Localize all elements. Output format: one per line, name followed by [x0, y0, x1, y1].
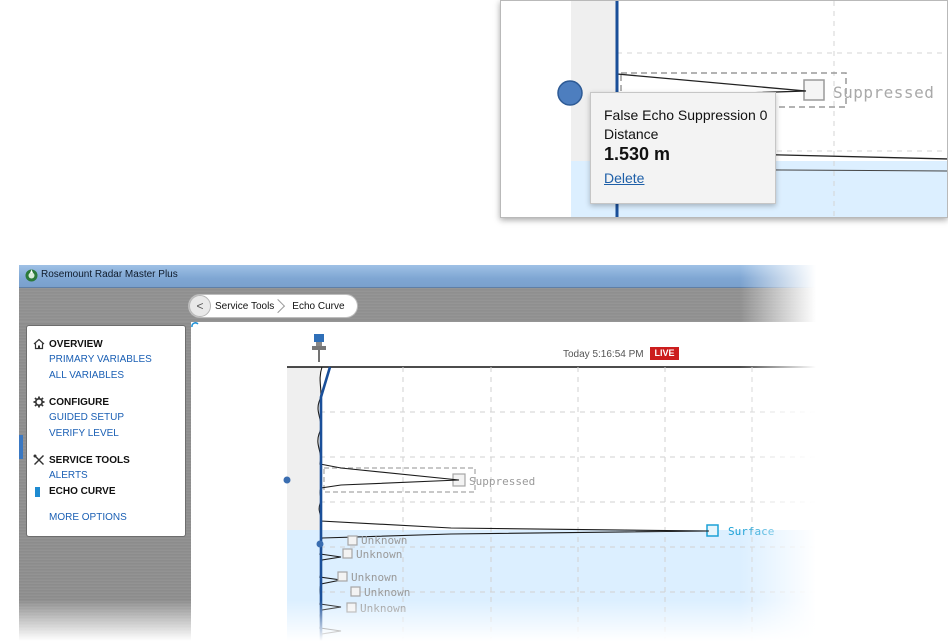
echo-tooltip: False Echo Suppression 0 Distance 1.530 … [590, 92, 776, 204]
level-handle[interactable] [316, 540, 324, 548]
distance-handle[interactable] [283, 476, 291, 484]
breadcrumb-separator-icon [278, 295, 288, 317]
breadcrumb: < Service Tools Echo Curve [189, 295, 357, 317]
distance-handle[interactable] [557, 80, 583, 106]
gear-icon [33, 396, 45, 408]
title-bar: Rosemount Radar Master Plus [19, 265, 819, 288]
app-logo-icon [25, 269, 38, 282]
sidebar-heading-configure[interactable]: CONFIGURE [27, 394, 185, 410]
sidebar-item-guided-setup[interactable]: GUIDED SETUP [27, 410, 185, 426]
toolbar-band [19, 288, 819, 322]
sidebar-section-overview: OVERVIEW PRIMARY VARIABLES ALL VARIABLES [27, 336, 185, 384]
suppressed-label: Suppressed [833, 83, 935, 102]
unknown-label: Unknown [364, 586, 411, 599]
sidebar-section-configure: CONFIGURE GUIDED SETUP VERIFY LEVEL [27, 394, 185, 442]
left-edge-accent [19, 435, 23, 459]
unknown-label: Unknown [356, 548, 403, 561]
tooltip-label: Distance [604, 126, 659, 142]
refresh-icon[interactable] [191, 322, 200, 331]
suppressed-label: Suppressed [469, 475, 536, 488]
sidebar: OVERVIEW PRIMARY VARIABLES ALL VARIABLES… [26, 325, 186, 537]
tooltip-title: False Echo Suppression 0 [604, 107, 768, 123]
timestamp: Today 5:16:54 PM [563, 349, 644, 360]
breadcrumb-echo-curve[interactable]: Echo Curve [288, 301, 348, 312]
sidebar-heading-overview[interactable]: OVERVIEW [27, 336, 185, 352]
delete-link[interactable]: Delete [604, 167, 644, 189]
unknown-label: Unknown [361, 534, 408, 547]
suppression-marker[interactable] [803, 79, 825, 101]
sidebar-item-primary-variables[interactable]: PRIMARY VARIABLES [27, 352, 185, 368]
sidebar-item-alerts[interactable]: ALERTS [27, 468, 185, 484]
sidebar-heading-label: OVERVIEW [49, 338, 103, 350]
tooltip-value: 1.530 m [604, 144, 671, 164]
transmitter-icon [312, 334, 326, 362]
breadcrumb-service-tools[interactable]: Service Tools [211, 301, 278, 312]
sidebar-item-verify-level[interactable]: VERIFY LEVEL [27, 426, 185, 442]
sidebar-item-echo-curve[interactable]: ECHO CURVE [27, 484, 185, 500]
app-window: Rosemount Radar Master Plus < Service To… [19, 265, 819, 641]
sidebar-heading-label: CONFIGURE [49, 396, 109, 408]
window-title: Rosemount Radar Master Plus [41, 269, 178, 280]
home-icon [33, 338, 45, 350]
sidebar-heading-label: SERVICE TOOLS [49, 454, 130, 466]
unknown-label: Unknown [351, 571, 398, 584]
live-badge: LIVE [650, 347, 679, 360]
back-button[interactable]: < [189, 295, 211, 317]
surface-label: Surface [728, 525, 775, 538]
sidebar-item-more-options[interactable]: MORE OPTIONS [27, 510, 185, 526]
tools-icon [33, 454, 44, 465]
sidebar-heading-service-tools[interactable]: SERVICE TOOLS [27, 452, 185, 468]
unknown-label: Unknown [360, 602, 407, 615]
sidebar-section-service-tools: SERVICE TOOLS ALERTS ECHO CURVE [27, 452, 185, 500]
sidebar-item-all-variables[interactable]: ALL VARIABLES [27, 368, 185, 384]
echo-curve-view: Today 5:16:54 PM LIVE Suppressed Surface… [191, 322, 819, 641]
